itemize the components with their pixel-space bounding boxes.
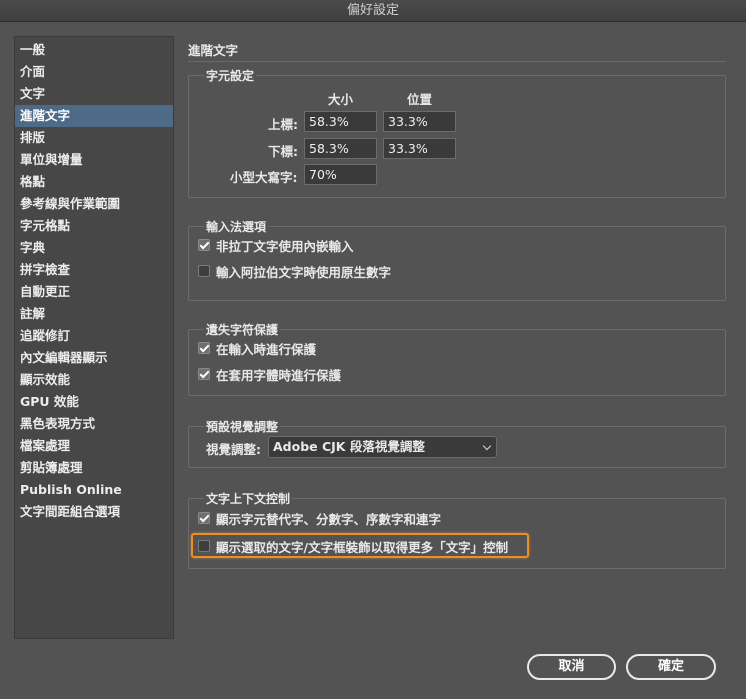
inline-input-checkbox[interactable] [198, 239, 210, 251]
chevron-down-icon [482, 441, 492, 451]
sidebar-item-type[interactable]: 文字 [15, 83, 173, 105]
sidebar-item-appearance-of-black[interactable]: 黑色表現方式 [15, 413, 173, 435]
sidebar-item-guides[interactable]: 參考線與作業範圍 [15, 193, 173, 215]
sidebar-item-notes[interactable]: 註解 [15, 303, 173, 325]
sidebar: 一般 介面 文字 進階文字 排版 單位與增量 格點 參考線與作業範圍 字元格點 … [14, 36, 174, 639]
protect-typing-checkbox[interactable] [198, 342, 210, 354]
page-title: 進階文字 [188, 43, 239, 58]
sidebar-item-spelling[interactable]: 拼字檢查 [15, 259, 173, 281]
sidebar-item-file-handling[interactable]: 檔案處理 [15, 435, 173, 457]
sidebar-item-publish-online[interactable]: Publish Online [15, 479, 173, 501]
smallcaps-label: 小型大寫字: [230, 170, 298, 185]
native-digits-option[interactable]: 輸入阿拉伯文字時使用原生數字 [198, 263, 392, 280]
sidebar-item-gpu-performance[interactable]: GPU 效能 [15, 391, 173, 413]
protect-typing-label: 在輸入時進行保護 [216, 341, 317, 357]
char-settings-title: 字元設定 [204, 67, 257, 84]
title-divider [188, 61, 726, 62]
size-column-header: 大小 [328, 92, 354, 107]
sidebar-item-autocorrect[interactable]: 自動更正 [15, 281, 173, 303]
show-glyph-alternates-label: 顯示字元替代字、分數字、序數字和連字 [216, 511, 442, 527]
show-text-adornment-option[interactable]: 顯示選取的文字/文字框裝飾以取得更多「文字」控制 [198, 538, 509, 555]
protect-font-checkbox[interactable] [198, 368, 210, 380]
sidebar-item-dictionary[interactable]: 字典 [15, 237, 173, 259]
subscript-label: 下標: [268, 144, 298, 159]
optical-select-value: Adobe CJK 段落視覺調整 [273, 439, 425, 454]
show-text-adornment-label: 顯示選取的文字/文字框裝飾以取得更多「文字」控制 [216, 539, 509, 555]
position-column-header: 位置 [407, 92, 433, 107]
context-controls-title: 文字上下文控制 [204, 490, 293, 507]
sidebar-item-units[interactable]: 單位與增量 [15, 149, 173, 171]
superscript-size-input[interactable] [304, 111, 377, 132]
optical-title: 預設視覺調整 [204, 418, 281, 435]
inline-input-label: 非拉丁文字使用內嵌輸入 [216, 238, 354, 254]
show-text-adornment-checkbox[interactable] [198, 540, 210, 552]
native-digits-label: 輸入阿拉伯文字時使用原生數字 [216, 264, 392, 280]
missing-glyph-title: 遺失字符保護 [204, 321, 281, 338]
optical-select[interactable]: Adobe CJK 段落視覺調整 [268, 436, 497, 458]
show-glyph-alternates-checkbox[interactable] [198, 512, 210, 524]
superscript-label: 上標: [268, 117, 298, 132]
window-title: 偏好設定 [0, 0, 746, 22]
show-glyph-alternates-option[interactable]: 顯示字元替代字、分數字、序數字和連字 [198, 510, 442, 527]
superscript-position-input[interactable] [383, 111, 456, 132]
sidebar-item-advanced-type[interactable]: 進階文字 [15, 105, 173, 127]
protect-font-option[interactable]: 在套用字體時進行保護 [198, 366, 342, 383]
optical-label: 視覺調整: [206, 442, 261, 457]
sidebar-item-general[interactable]: 一般 [15, 39, 173, 61]
sidebar-item-grids[interactable]: 格點 [15, 171, 173, 193]
sidebar-item-clipboard[interactable]: 剪貼簿處理 [15, 457, 173, 479]
subscript-size-input[interactable] [304, 138, 377, 159]
sidebar-item-story-editor[interactable]: 內文編輯器顯示 [15, 347, 173, 369]
sidebar-item-frame-grid[interactable]: 字元格點 [15, 215, 173, 237]
native-digits-checkbox[interactable] [198, 265, 210, 277]
cancel-button[interactable]: 取消 [527, 654, 616, 680]
ok-button[interactable]: 確定 [626, 654, 716, 680]
sidebar-item-interface[interactable]: 介面 [15, 61, 173, 83]
smallcaps-size-input[interactable] [304, 164, 377, 185]
sidebar-item-track-changes[interactable]: 追蹤修訂 [15, 325, 173, 347]
subscript-position-input[interactable] [383, 138, 456, 159]
protect-typing-option[interactable]: 在輸入時進行保護 [198, 340, 317, 357]
sidebar-item-display-performance[interactable]: 顯示效能 [15, 369, 173, 391]
input-method-title: 輸入法選項 [204, 218, 269, 235]
sidebar-item-composition[interactable]: 排版 [15, 127, 173, 149]
inline-input-option[interactable]: 非拉丁文字使用內嵌輸入 [198, 237, 354, 254]
sidebar-item-mojikumi[interactable]: 文字間距組合選項 [15, 501, 173, 523]
protect-font-label: 在套用字體時進行保護 [216, 367, 342, 383]
